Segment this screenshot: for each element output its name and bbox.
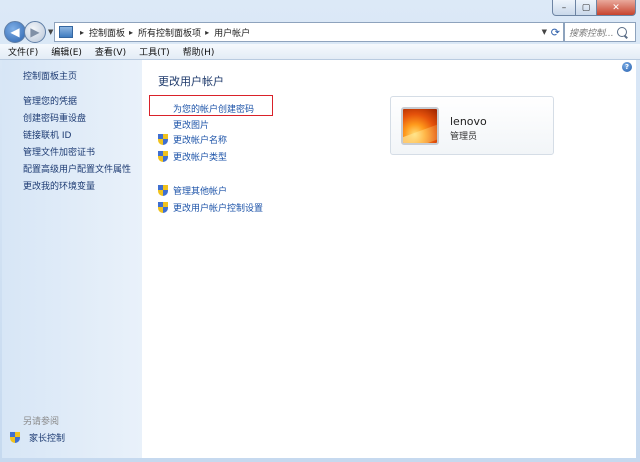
menu-file[interactable]: 文件(F)	[8, 45, 38, 58]
avatar	[401, 107, 439, 145]
user-role: 管理员	[450, 132, 478, 142]
search-icon[interactable]	[617, 27, 627, 37]
parental-controls-link[interactable]: 家长控制	[10, 431, 65, 444]
change-account-name-link[interactable]: 更改帐户名称	[158, 133, 227, 146]
menu-tools[interactable]: 工具(T)	[139, 45, 170, 58]
breadcrumb-separator[interactable]: ▸	[129, 28, 133, 37]
recent-pages-dropdown[interactable]: ▼	[48, 28, 53, 36]
manage-other-accounts-link[interactable]: 管理其他帐户	[158, 184, 227, 197]
change-account-type-label: 更改帐户类型	[173, 153, 228, 163]
breadcrumb-user-accounts[interactable]: 用户帐户	[214, 26, 250, 39]
see-also-heading: 另请参阅	[23, 417, 60, 427]
main-content-pane: ? 更改用户帐户 为您的帐户创建密码 更改图片 更改帐户名称 更改帐户类型 管理…	[142, 60, 636, 458]
breadcrumb-all-items[interactable]: 所有控制面板项	[138, 26, 201, 39]
address-bar[interactable]: ▸ 控制面板 ▸ 所有控制面板项 ▸ 用户帐户 ▼ ⟳	[54, 22, 564, 42]
change-account-type-link[interactable]: 更改帐户类型	[158, 150, 227, 163]
create-password-link[interactable]: 为您的帐户创建密码	[173, 102, 254, 115]
menu-view[interactable]: 查看(V)	[95, 45, 126, 58]
page-title: 更改用户帐户	[158, 75, 224, 88]
address-dropdown-icon[interactable]: ▼	[542, 28, 547, 36]
menu-help[interactable]: 帮助(H)	[183, 45, 215, 58]
uac-shield-icon	[158, 202, 168, 213]
breadcrumb-control-panel[interactable]: 控制面板	[89, 26, 125, 39]
back-button[interactable]: ◀	[4, 21, 26, 43]
user-account-card: lenovo 管理员	[390, 96, 554, 155]
uac-shield-icon	[158, 151, 168, 162]
uac-settings-link[interactable]: 更改用户帐户控制设置	[158, 201, 263, 214]
uac-shield-icon	[158, 185, 168, 196]
sidebar-item-password-reset-disk[interactable]: 创建密码重设盘	[23, 111, 86, 124]
sidebar-item-manage-credentials[interactable]: 管理您的凭据	[23, 94, 77, 107]
navigation-row: ◀ ▶ ▼ ▸ 控制面板 ▸ 所有控制面板项 ▸ 用户帐户 ▼ ⟳ 搜索控制..…	[4, 20, 636, 44]
back-arrow-icon: ◀	[10, 25, 20, 39]
uac-shield-icon	[10, 432, 20, 443]
search-box[interactable]: 搜索控制...	[564, 22, 636, 42]
close-icon: ✕	[612, 2, 620, 13]
forward-arrow-icon: ▶	[30, 25, 40, 39]
minimize-icon: –	[561, 2, 567, 13]
parental-controls-label: 家长控制	[29, 434, 66, 444]
uac-settings-label: 更改用户帐户控制设置	[173, 204, 264, 214]
breadcrumb-separator[interactable]: ▸	[205, 28, 209, 37]
user-name: lenovo	[450, 115, 487, 128]
sidebar-item-control-panel-home[interactable]: 控制面板主页	[23, 69, 77, 82]
close-button[interactable]: ✕	[597, 0, 636, 16]
sidebar-item-advanced-profile[interactable]: 配置高级用户配置文件属性	[23, 162, 131, 175]
sidebar-item-encryption-certificates[interactable]: 管理文件加密证书	[23, 145, 95, 158]
menu-bar: 文件(F) 编辑(E) 查看(V) 工具(T) 帮助(H)	[0, 44, 640, 60]
maximize-icon: ▢	[581, 2, 591, 13]
help-icon[interactable]: ?	[622, 62, 632, 72]
control-panel-icon	[59, 26, 73, 38]
search-input[interactable]: 搜索控制...	[569, 26, 617, 39]
breadcrumb-separator[interactable]: ▸	[80, 28, 84, 37]
minimize-button[interactable]: –	[552, 0, 576, 16]
caption-buttons: – ▢ ✕	[552, 0, 636, 16]
sidebar-item-environment-variables[interactable]: 更改我的环境变量	[23, 179, 95, 192]
change-account-name-label: 更改帐户名称	[173, 136, 228, 146]
refresh-icon[interactable]: ⟳	[551, 26, 560, 39]
change-picture-link[interactable]: 更改图片	[173, 118, 209, 131]
left-navigation-pane: 控制面板主页 管理您的凭据 创建密码重设盘 链接联机 ID 管理文件加密证书 配…	[2, 60, 142, 458]
maximize-button[interactable]: ▢	[576, 0, 597, 16]
menu-edit[interactable]: 编辑(E)	[51, 45, 82, 58]
sidebar-item-link-online-id[interactable]: 链接联机 ID	[23, 128, 71, 141]
user-accounts-window: – ▢ ✕ ◀ ▶ ▼ ▸ 控制面板 ▸ 所有控制面板项 ▸ 用户帐户 ▼ ⟳ …	[0, 0, 640, 462]
manage-other-accounts-label: 管理其他帐户	[173, 187, 228, 197]
uac-shield-icon	[158, 134, 168, 145]
forward-button[interactable]: ▶	[24, 21, 46, 43]
